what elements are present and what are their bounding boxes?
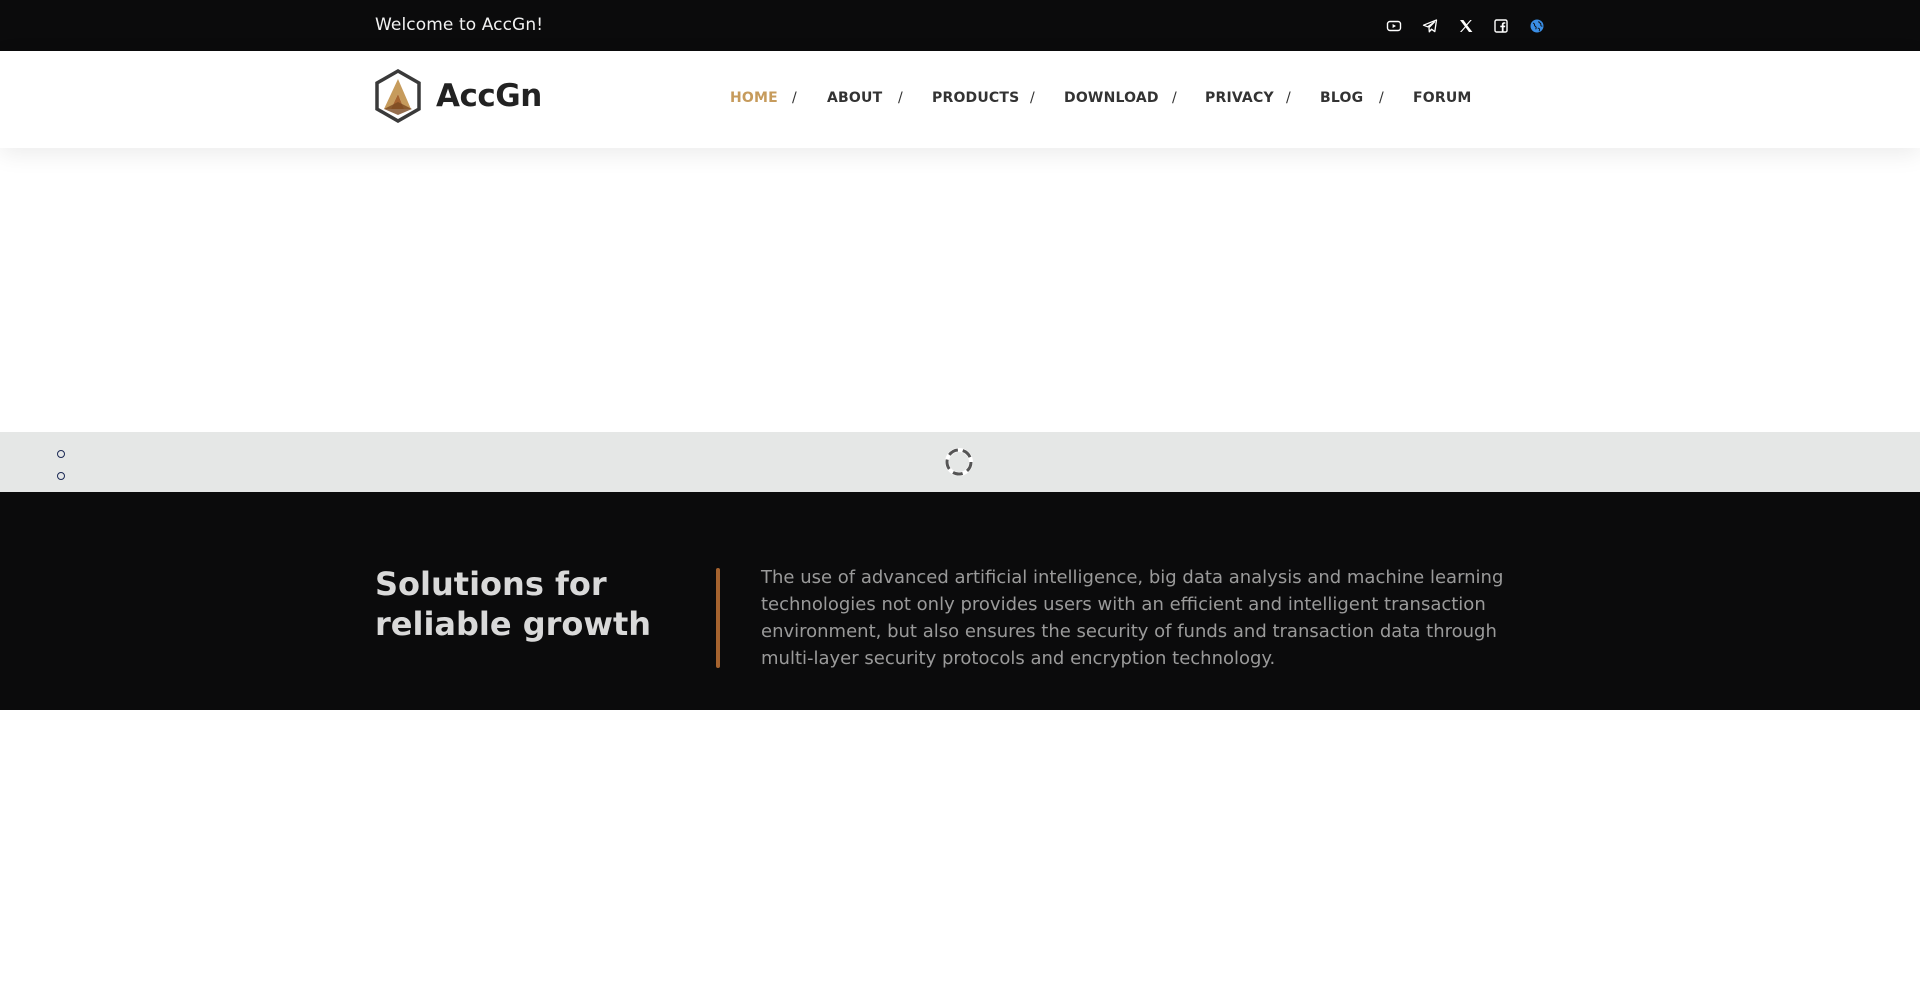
slider-dot[interactable]: [57, 450, 65, 458]
loading-spinner-icon: [945, 448, 973, 476]
telegram-icon[interactable]: [1419, 15, 1441, 37]
slider-dot[interactable]: [57, 472, 65, 480]
hero-slider: [0, 148, 1920, 432]
accent-divider: [716, 568, 720, 668]
nav-products[interactable]: PRODUCTS: [932, 90, 1019, 106]
nav-forum[interactable]: FORUM: [1413, 90, 1472, 106]
nav-download[interactable]: DOWNLOAD: [1064, 90, 1159, 106]
nav-about[interactable]: ABOUT: [827, 90, 882, 106]
nav-privacy[interactable]: PRIVACY: [1205, 90, 1274, 106]
nav-separator: /: [1379, 90, 1384, 106]
nav-home[interactable]: HOME: [730, 90, 778, 106]
solutions-description: The use of advanced artificial intellige…: [761, 567, 1504, 669]
nav-separator: /: [1286, 90, 1291, 106]
facebook-icon[interactable]: [1490, 15, 1512, 37]
top-bar: Welcome to AccGn!: [0, 0, 1920, 51]
site-logo[interactable]: AccGn: [374, 69, 542, 123]
solutions-title: Solutions for reliable growth: [375, 565, 652, 643]
nav-separator: /: [1030, 90, 1035, 106]
nav-separator: /: [1172, 90, 1177, 106]
nav-separator: /: [898, 90, 903, 106]
logo-text: AccGn: [436, 78, 542, 114]
welcome-text: Welcome to AccGn!: [375, 15, 544, 35]
globe-icon[interactable]: [1526, 15, 1548, 37]
nav-separator: /: [792, 90, 797, 106]
nav-blog[interactable]: BLOG: [1320, 90, 1363, 106]
solutions-section: Solutions for reliable growth The use of…: [0, 492, 1920, 710]
x-icon[interactable]: [1455, 15, 1477, 37]
youtube-icon[interactable]: [1383, 15, 1405, 37]
site-header: AccGn HOME / ABOUT / PRODUCTS / DOWNLOAD…: [0, 51, 1920, 148]
logo-icon: [375, 69, 421, 123]
